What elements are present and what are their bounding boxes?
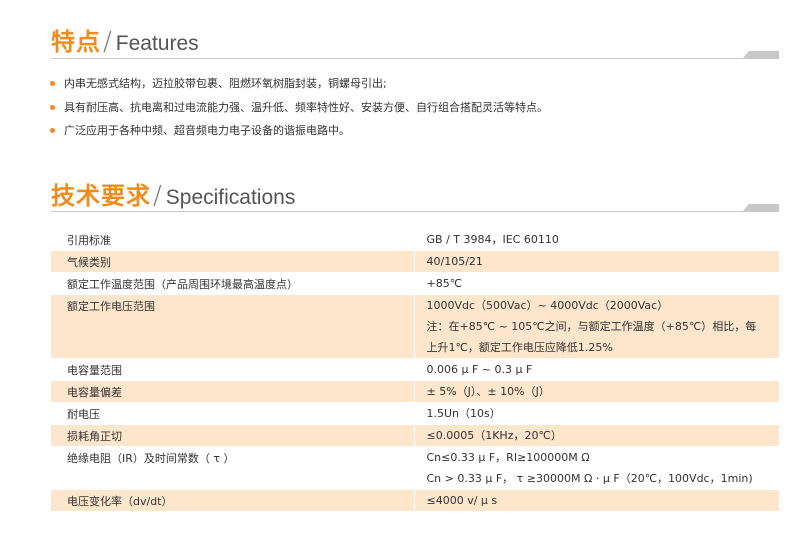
spec-value: 1.5Un（10s）: [426, 407, 501, 420]
spec-label: 损耗角正切: [51, 424, 414, 447]
spec-row: 电容量偏差 ± 5%（J）、± 10%（J）: [51, 380, 779, 403]
spec-label: 气候类别: [51, 250, 414, 273]
spec-label: 额定工作电压范围: [51, 294, 414, 359]
feature-text: 具有耐压高、抗电离和过电流能力强、温升低、频率特性好、安装方便、自行组合搭配灵活…: [64, 100, 548, 114]
spec-label: 耐电压: [51, 402, 414, 425]
spec-row: 引用标准 GB / T 3984，IEC 60110: [51, 229, 779, 251]
bullet-dot-icon: [50, 128, 55, 133]
bullet-dot-icon: [50, 81, 55, 86]
spec-value: Cn≤0.33 μ F，RI≥100000M Ω: [426, 451, 590, 464]
spec-row: 耐电压 1.5Un（10s）: [51, 402, 779, 425]
spec-row: 额定工作温度范围（产品周围环境最高温度点） +85℃: [51, 272, 779, 295]
spec-row: 额定工作电压范围 1000Vdc（500Vac）~ 4000Vdc（2000Va…: [51, 294, 779, 359]
spec-title-cn: 技术要求: [51, 182, 151, 210]
spec-heading: 技术要求/Specifications: [51, 176, 295, 211]
spec-row: 气候类别 40/105/21: [51, 250, 779, 273]
bullet-dot-icon: [50, 104, 55, 110]
spec-value: 0.006 μ F ~ 0.3 μ F: [426, 363, 533, 376]
features-title-en: Features: [115, 32, 199, 55]
spec-label: 绝缘电阻（IR）及时间常数（ τ ）: [51, 446, 414, 490]
features-heading: 特点/Features: [51, 22, 199, 57]
spec-divider: [51, 211, 779, 212]
feature-text: 广泛应用于各种中频、超音频电力电子设备的谐振电路中。: [64, 124, 350, 137]
feature-item: 广泛应用于各种中频、超音频电力电子设备的谐振电路中。: [50, 119, 548, 143]
features-title-cn: 特点: [51, 28, 101, 56]
feature-text: 内串无感式结构，迈拉胶带包裹、阻燃环氧树脂封装，铜螺母引出;: [64, 77, 387, 90]
spec-value: ≤0.0005（1KHz，20℃）: [426, 429, 562, 442]
spec-divider-tab: [743, 204, 779, 211]
spec-value: ≤4000 v/ μ s: [426, 494, 498, 507]
spec-row: 电压变化率（dv/dt） ≤4000 v/ μ s: [51, 489, 779, 512]
spec-value: ± 5%（J）、± 10%（J）: [426, 385, 550, 398]
spec-value-note: 上升1℃，额定工作电压应降低1.25%: [426, 341, 613, 354]
spec-label: 引用标准: [51, 229, 414, 251]
spec-row: 绝缘电阻（IR）及时间常数（ τ ） Cn≤0.33 μ F，RI≥100000…: [51, 446, 779, 490]
spec-label: 电容量偏差: [51, 380, 414, 403]
spec-value: 40/105/21: [426, 255, 483, 268]
spec-title-en: Specifications: [165, 186, 296, 209]
spec-row: 损耗角正切 ≤0.0005（1KHz，20℃）: [51, 424, 779, 447]
features-divider: [51, 58, 779, 59]
spec-table: 引用标准 GB / T 3984，IEC 60110 气候类别 40/105/2…: [51, 229, 779, 512]
features-divider-tab: [743, 51, 779, 58]
feature-item: 内串无感式结构，迈拉胶带包裹、阻燃环氧树脂封装，铜螺母引出;: [50, 72, 548, 96]
spec-label: 电容量范围: [51, 358, 414, 381]
features-title-slash: /: [103, 27, 112, 57]
spec-label: 额定工作温度范围（产品周围环境最高温度点）: [51, 272, 414, 295]
spec-value: 1000Vdc（500Vac）~ 4000Vdc（2000Vac）: [426, 299, 669, 312]
spec-value: +85℃: [426, 277, 463, 290]
spec-value-note: 注：在+85℃ ~ 105℃之间，与额定工作温度（+85℃）相比，每: [426, 320, 757, 333]
spec-row: 电容量范围 0.006 μ F ~ 0.3 μ F: [51, 358, 779, 381]
feature-item: 具有耐压高、抗电离和过电流能力强、温升低、频率特性好、安装方便、自行组合搭配灵活…: [50, 96, 548, 120]
spec-title-slash: /: [153, 181, 162, 211]
spec-label: 电压变化率（dv/dt）: [51, 489, 414, 512]
spec-value: GB / T 3984，IEC 60110: [426, 233, 559, 246]
spec-value: Cn > 0.33 μ F， τ ≥30000M Ω · μ F（20℃，100…: [426, 472, 753, 485]
features-list: 内串无感式结构，迈拉胶带包裹、阻燃环氧树脂封装，铜螺母引出; 具有耐压高、抗电离…: [50, 72, 548, 143]
